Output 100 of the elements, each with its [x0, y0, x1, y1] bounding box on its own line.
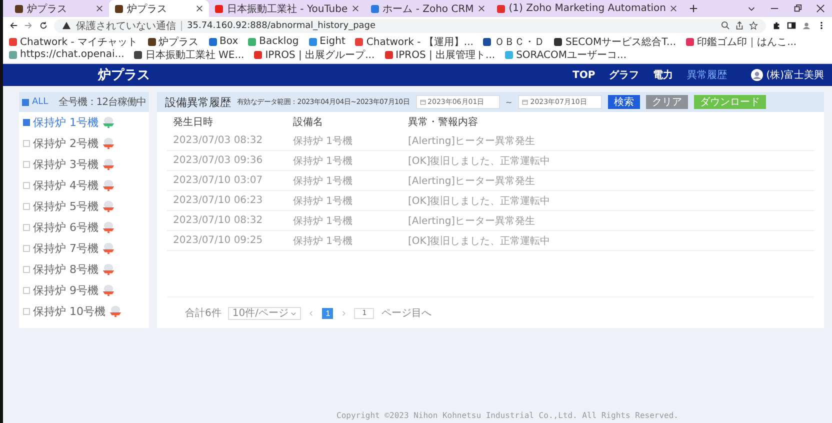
- checkbox-icon[interactable]: [22, 98, 29, 106]
- bookmark[interactable]: 日本振動工業社 WE...: [134, 48, 244, 61]
- furnace-item[interactable]: 保持炉 3号機: [19, 154, 149, 175]
- furnace-item[interactable]: 保持炉 9号機: [19, 280, 149, 301]
- avatar-icon[interactable]: [751, 69, 764, 81]
- furnace-item[interactable]: 保持炉 8号機: [19, 259, 149, 280]
- table-cell-text: 2023/07/10 06:23: [172, 195, 264, 206]
- page-jump-label: ページ目へ: [381, 307, 432, 320]
- furnace-item[interactable]: 保持炉 1号機: [19, 112, 149, 133]
- table-cell-text: 2023/07/03 09:36: [172, 155, 264, 166]
- furnace-item[interactable]: 保持炉 6号機: [19, 217, 149, 238]
- close-icon[interactable]: [816, 4, 825, 13]
- column-header: 設備名: [293, 116, 324, 128]
- table-cell-text: [Alerting]ヒーター異常発生: [408, 134, 536, 148]
- bookmark[interactable]: SECOMサービス総合T...: [554, 35, 676, 48]
- table-cell-text: [OK]復旧しました、正常運転中: [408, 194, 552, 208]
- browser-tab[interactable]: 炉プラス: [9, 0, 109, 17]
- new-tab-icon[interactable]: [689, 4, 698, 13]
- back-icon[interactable]: [9, 21, 18, 30]
- column-header: 異常・警報内容: [408, 116, 479, 128]
- checkbox-icon: [23, 224, 30, 231]
- restore-icon[interactable]: [793, 4, 802, 13]
- address-bar[interactable]: 保護されていない通信 35.74.160.92:888/abnormal_history_page: [54, 18, 766, 32]
- column-header: 発生日時: [172, 116, 214, 128]
- page-size-select[interactable]: 10件/ページ: [228, 306, 302, 320]
- table-cell-text: 2023/07/10 09:25: [172, 235, 264, 246]
- security-label: 保護されていない通信: [76, 20, 176, 32]
- checkbox-icon: [23, 308, 30, 315]
- nav-link[interactable]: TOP: [572, 70, 596, 80]
- checkbox-icon: [23, 266, 30, 273]
- table-cell-text: 2023/07/03 08:32: [172, 135, 264, 146]
- furnace-item[interactable]: 保持炉 7号機: [19, 238, 149, 259]
- zoom-icon[interactable]: [721, 21, 730, 30]
- bookmark[interactable]: ＯＢＣ・Ｄ: [483, 35, 544, 48]
- table-cell-text: [Alerting]ヒーター異常発生: [408, 214, 536, 228]
- checkbox-icon: [23, 140, 30, 147]
- table-cell-text: 保持炉 1号機: [293, 214, 354, 228]
- share-icon[interactable]: [735, 21, 744, 30]
- range-separator: ~: [506, 98, 512, 106]
- nav-link[interactable]: 異常履歴: [687, 68, 728, 82]
- furnace-item[interactable]: 保持炉 10号機: [19, 301, 149, 322]
- calendar-icon: [420, 99, 426, 105]
- logo: 炉プラス: [98, 66, 150, 84]
- forward-icon[interactable]: [24, 21, 33, 30]
- browser-tab[interactable]: (1) Zoho Marketing Automation: [490, 0, 683, 17]
- profile-icon[interactable]: [802, 21, 811, 30]
- nav-link[interactable]: 電力: [653, 68, 674, 82]
- checkbox-icon: [23, 287, 30, 294]
- bookmark[interactable]: Backlog: [248, 35, 299, 48]
- checkbox-icon: [23, 161, 30, 168]
- close-icon[interactable]: [478, 5, 485, 12]
- calendar-icon: [522, 99, 528, 105]
- table-cell-text: 2023/07/10 08:32: [172, 215, 264, 226]
- bookmark[interactable]: https://chat.openai...: [9, 48, 124, 61]
- table-cell-text: 保持炉 1号機: [293, 234, 354, 248]
- user-name: (株)富士美興: [766, 68, 824, 82]
- chevron-down-icon: [290, 310, 298, 316]
- reload-icon[interactable]: [39, 21, 48, 30]
- table-cell-text: [OK]復旧しました、正常運転中: [408, 154, 552, 168]
- summary-text: 全号機：12台稼働中: [58, 96, 146, 109]
- close-icon[interactable]: [352, 5, 359, 12]
- bookmark[interactable]: 炉プラス: [148, 35, 199, 48]
- extensions-icon[interactable]: [772, 21, 781, 30]
- table-cell-text: 保持炉 1号機: [293, 174, 354, 188]
- browser-tab[interactable]: 日本振動工業社 - YouTube: [209, 0, 365, 17]
- checkbox-icon: [23, 203, 30, 210]
- table-cell-text: [OK]復旧しました、正常運転中: [408, 234, 552, 248]
- bookmark[interactable]: Chatwork - マイチャット: [9, 35, 138, 48]
- bookmark[interactable]: 印鑑ゴム印｜はんこ...: [686, 35, 797, 48]
- table-cell-text: [Alerting]ヒーター異常発生: [408, 174, 536, 188]
- url-text: 35.74.160.92:888/abnormal_history_page: [181, 20, 376, 30]
- checkbox-icon: [23, 119, 30, 126]
- checkbox-icon: [23, 182, 30, 189]
- furnace-item[interactable]: 保持炉 4号機: [19, 175, 149, 196]
- search-button[interactable]: 検索: [608, 95, 640, 109]
- bookmark[interactable]: IPROS | 出展グループ...: [254, 48, 375, 61]
- total-count: 合計6件: [185, 306, 222, 320]
- nav-link[interactable]: グラフ: [609, 68, 640, 82]
- checkbox-icon: [23, 245, 30, 252]
- star-icon[interactable]: [749, 21, 758, 30]
- close-icon[interactable]: [670, 5, 677, 12]
- close-icon[interactable]: [196, 5, 203, 12]
- copyright-text: Copyright ©2023 Nihon Kohnetsu Industrial Co.,Ltd. All Rights Reserved.: [336, 411, 678, 420]
- bookmark[interactable]: Box: [208, 35, 238, 48]
- side-panel-icon[interactable]: [787, 21, 796, 30]
- bookmark[interactable]: Eight: [308, 35, 346, 48]
- close-icon[interactable]: [96, 5, 103, 12]
- page-title: 設備異常履歴: [165, 94, 231, 110]
- table-cell-text: 2023/07/10 03:07: [172, 175, 264, 186]
- bookmark[interactable]: IPROS | 出展管理ト...: [384, 48, 496, 61]
- furnace-item[interactable]: 保持炉 5号機: [19, 196, 149, 217]
- table-cell-text: 保持炉 1号機: [293, 134, 354, 148]
- table-cell-text: 保持炉 1号機: [293, 194, 354, 208]
- bookmark[interactable]: Chatwork - 【運用】...: [355, 35, 474, 48]
- furnace-item[interactable]: 保持炉 2号機: [19, 133, 149, 154]
- table-cell-text: 保持炉 1号機: [293, 154, 354, 168]
- bookmark[interactable]: SORACOMユーザーコ...: [505, 48, 627, 61]
- browser-tab[interactable]: 炉プラス: [109, 0, 209, 17]
- warning-icon: [62, 21, 71, 30]
- browser-tab[interactable]: ホーム - Zoho CRM: [364, 0, 491, 17]
